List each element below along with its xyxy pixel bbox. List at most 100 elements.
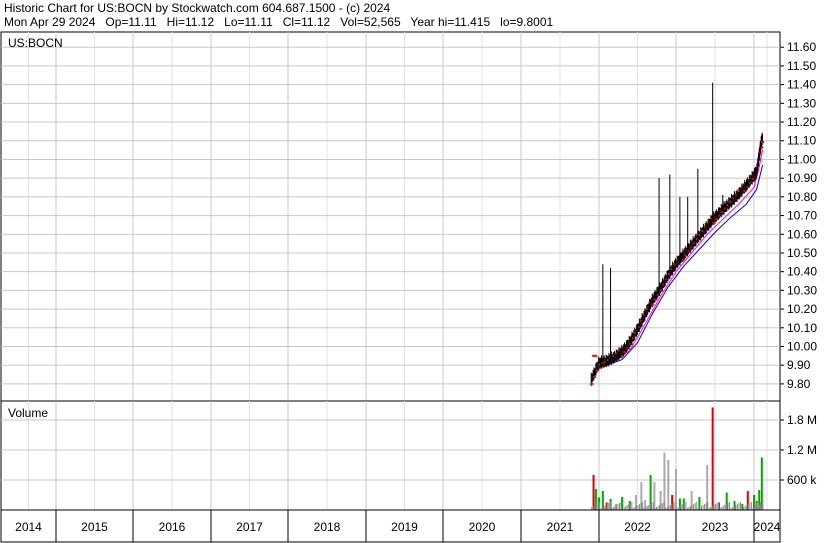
volume-panel-frame <box>0 400 781 511</box>
volume-bar <box>716 503 718 510</box>
price-tick-label: 11.40 <box>787 78 816 92</box>
volume-bar <box>605 505 607 510</box>
price-close-marker <box>761 141 765 144</box>
year-axis: 2014 2015 2016 2017 2018 2019 2020 2021 2022 2023… <box>0 509 781 543</box>
year-label: 2021 <box>547 520 574 534</box>
volume-bar <box>704 504 706 510</box>
price-tick-label: 10.40 <box>787 265 817 279</box>
volume-bar <box>628 504 630 510</box>
volume-bar <box>668 506 670 510</box>
volume-bar <box>735 505 737 510</box>
year-label: 2016 <box>159 520 186 534</box>
volume-bar <box>642 502 644 510</box>
volume-bar <box>694 503 696 510</box>
volume-bar <box>671 504 673 510</box>
year-label: 2023 <box>702 520 729 534</box>
volume-bar <box>606 504 608 510</box>
price-tick-label: 10.90 <box>787 171 817 185</box>
volume-bar <box>599 502 600 510</box>
volume-bar <box>711 506 713 510</box>
volume-bar <box>595 504 597 510</box>
price-tick-label: 11.00 <box>787 152 816 166</box>
price-tick-label: 10.60 <box>787 227 817 241</box>
volume-bar <box>762 505 764 510</box>
price-close-marker <box>651 303 655 306</box>
volume-bar <box>629 503 631 510</box>
year-label: 2017 <box>236 520 263 534</box>
volume-bar <box>631 502 633 510</box>
volume-bar <box>625 506 627 510</box>
volume-bar <box>626 505 628 510</box>
year-label: 2022 <box>624 520 651 534</box>
price-panel-frame <box>0 31 781 402</box>
volume-bar <box>669 505 671 510</box>
volume-bar <box>715 504 716 510</box>
price-close-marker <box>593 376 597 379</box>
volume-bar <box>682 504 684 510</box>
volume-bar <box>749 503 751 510</box>
volume-bar <box>672 503 674 510</box>
volume-bar <box>750 502 752 510</box>
price-tick-label: 10.80 <box>787 190 817 204</box>
volume-bar <box>619 503 621 510</box>
price-tick-label: 10.70 <box>787 209 817 223</box>
price-tick-label: 9.90 <box>787 358 811 372</box>
volume-bar <box>649 504 651 510</box>
volume-tick-label: 1.2 M <box>787 443 817 457</box>
price-grid <box>1 32 780 401</box>
volume-bar <box>663 452 666 510</box>
price-tick-label: 11.60 <box>787 40 816 54</box>
volume-bar <box>646 506 648 510</box>
volume-bar <box>725 504 727 510</box>
volume-bar <box>705 503 707 510</box>
volume-bar <box>679 506 681 510</box>
price-tick-label: 10.00 <box>787 339 817 353</box>
volume-bar <box>597 503 599 510</box>
volume-bar <box>592 475 595 510</box>
volume-bar <box>663 502 665 510</box>
volume-bar <box>707 502 709 510</box>
volume-bar <box>691 505 693 510</box>
volume-bar <box>639 504 641 510</box>
volume-bar <box>724 505 726 510</box>
volume-bar <box>683 503 685 510</box>
volume-bar <box>637 505 639 510</box>
year-label: 2024 <box>754 520 781 534</box>
volume-bars <box>591 407 764 510</box>
year-label: 2015 <box>81 520 108 534</box>
price-tick-label: 10.10 <box>787 321 817 335</box>
volume-bar <box>744 506 746 510</box>
volume-bar <box>718 502 720 510</box>
volume-bar <box>727 503 729 510</box>
volume-bar <box>711 407 714 510</box>
volume-bar <box>722 506 724 510</box>
volume-bar <box>674 502 676 510</box>
volume-panel: 1.8 M 1.2 M 600 k Volume <box>0 400 817 511</box>
year-label: 2018 <box>314 520 341 534</box>
volume-bar <box>736 504 738 510</box>
volume-bar <box>620 502 622 510</box>
volume-bar <box>700 506 702 510</box>
volume-bar <box>609 502 611 510</box>
volume-bar <box>696 502 698 510</box>
volume-bar <box>747 504 749 510</box>
price-close-marker <box>592 354 598 357</box>
volume-bar <box>659 505 661 510</box>
price-tick-label: 11.50 <box>787 59 816 73</box>
price-tick-label: 11.10 <box>787 134 816 148</box>
volume-panel-title: Volume <box>8 406 48 420</box>
volume-bar <box>614 506 616 510</box>
volume-bar <box>729 502 731 510</box>
price-tick-label: 11.30 <box>787 96 816 110</box>
volume-bar <box>592 506 594 510</box>
volume-bar <box>651 503 653 510</box>
price-tick-label: 10.50 <box>787 246 817 260</box>
volume-bar <box>635 506 637 510</box>
volume-bar <box>690 506 692 510</box>
volume-grid <box>1 401 780 510</box>
year-label: 2020 <box>469 520 496 534</box>
volume-tick-label: 1.8 M <box>787 413 817 427</box>
volume-bar <box>640 503 642 510</box>
volume-bar <box>667 460 670 510</box>
volume-bar <box>648 505 650 510</box>
